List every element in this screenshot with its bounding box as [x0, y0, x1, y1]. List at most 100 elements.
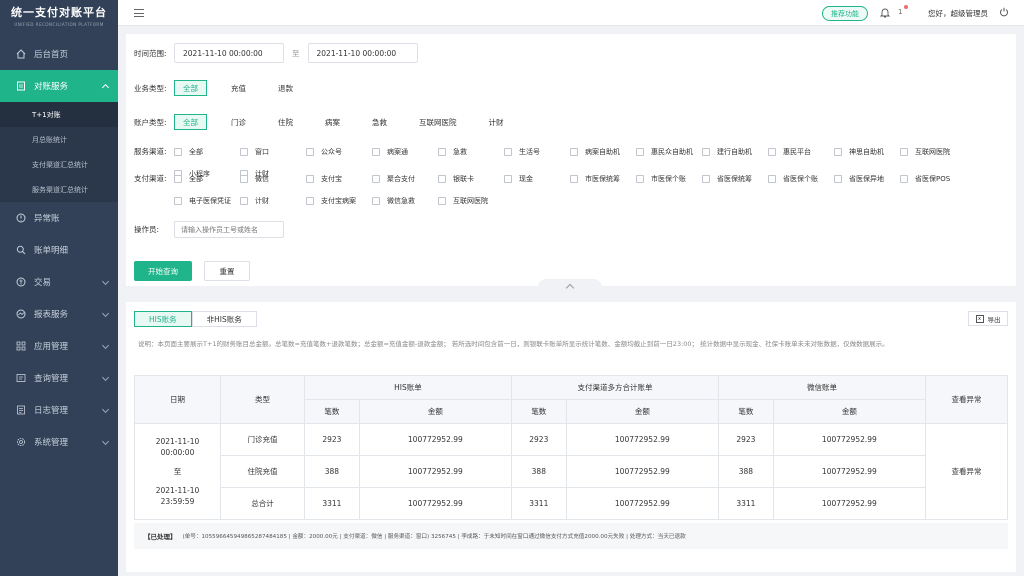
checkbox-icon[interactable] [702, 175, 710, 183]
pay-channel-checkbox[interactable]: 省医保个账 [768, 168, 834, 190]
pay-channel-checkbox[interactable]: 支付宝病案 [306, 190, 372, 212]
checkbox-icon[interactable] [174, 175, 182, 183]
checkbox-icon[interactable] [174, 148, 182, 156]
pay-channel-checkbox[interactable]: 支付宝 [306, 168, 372, 190]
pay-channel-checkbox[interactable]: 省医保统筹 [702, 168, 768, 190]
service-channel-checkbox[interactable]: 惠民平台 [768, 141, 834, 163]
business-type-refund[interactable]: 退款 [270, 80, 301, 96]
checkbox-icon[interactable] [240, 197, 248, 205]
checkbox-icon[interactable] [900, 175, 908, 183]
pay-channel-checkbox[interactable]: 互联网医院 [438, 190, 504, 212]
end-date-input[interactable]: 2021-11-10 00:00:00 [307, 43, 418, 63]
bell-icon[interactable] [880, 7, 890, 18]
service-channel-checkbox[interactable]: 急救 [438, 141, 504, 163]
pay-channel-checkbox[interactable]: 省医保异地 [834, 168, 900, 190]
pay-channel-checkbox[interactable]: 省医保POS [900, 168, 966, 190]
menu-toggle-icon[interactable] [134, 9, 144, 17]
account-type-emergency[interactable]: 急救 [364, 114, 395, 130]
view-exception-link[interactable]: 查看异常 [925, 423, 1008, 520]
account-type-records[interactable]: 病案 [317, 114, 348, 130]
service-channel-checkbox[interactable]: 互联网医院 [900, 141, 966, 163]
sidebar-item-reconcile[interactable]: 对账服务 [0, 70, 118, 102]
checkbox-icon[interactable] [306, 175, 314, 183]
checkbox-icon[interactable] [900, 148, 908, 156]
checkbox-icon[interactable] [306, 197, 314, 205]
pay-channel-checkbox[interactable]: 银联卡 [438, 168, 504, 190]
pay-channel-checkbox[interactable]: 聚合支付 [372, 168, 438, 190]
checkbox-icon[interactable] [636, 175, 644, 183]
sidebar-item-system[interactable]: 系统管理 [0, 426, 118, 458]
pay-channel-checkbox[interactable]: 计财 [240, 190, 306, 212]
service-channel-checkbox[interactable]: 病案自助机 [570, 141, 636, 163]
sidebar-item-exceptions[interactable]: 异常账 [0, 202, 118, 234]
pay-channel-checkbox[interactable]: 电子医保凭证 [174, 190, 240, 212]
group-his: HIS账单 [304, 375, 512, 400]
service-channel-checkbox[interactable]: 公众号 [306, 141, 372, 163]
sidebar-subitem-service-channel[interactable]: 服务渠道汇总统计 [0, 177, 118, 202]
checkbox-icon[interactable] [240, 175, 248, 183]
sidebar-subitem-pay-channel[interactable]: 支付渠道汇总统计 [0, 152, 118, 177]
business-type-recharge[interactable]: 充值 [223, 80, 254, 96]
pay-channel-checkbox[interactable]: 微信 [240, 168, 306, 190]
tab-his[interactable]: HIS账务 [134, 311, 192, 327]
pay-channel-checkbox[interactable]: 微信急救 [372, 190, 438, 212]
checkbox-label: 惠民众自助机 [651, 148, 693, 156]
search-button[interactable]: 开始查询 [134, 261, 192, 281]
export-button[interactable]: x 导出 [968, 311, 1008, 326]
checkbox-icon[interactable] [438, 197, 446, 205]
checkbox-icon[interactable] [834, 148, 842, 156]
start-date-input[interactable]: 2021-11-10 00:00:00 [174, 43, 284, 63]
checkbox-icon[interactable] [240, 148, 248, 156]
sidebar-item-reports[interactable]: 报表服务 [0, 298, 118, 330]
checkbox-icon[interactable] [438, 148, 446, 156]
sidebar-item-query[interactable]: 查询管理 [0, 362, 118, 394]
service-channel-checkbox[interactable]: 病案通 [372, 141, 438, 163]
sidebar-item-logs[interactable]: 日志管理 [0, 394, 118, 426]
pay-channel-checkbox[interactable]: 全部 [174, 168, 240, 190]
sidebar-subitem-t1[interactable]: T+1对账 [0, 102, 118, 127]
reset-button[interactable]: 重置 [204, 261, 250, 281]
account-type-finance[interactable]: 计财 [481, 114, 512, 130]
checkbox-icon[interactable] [768, 148, 776, 156]
power-icon[interactable] [999, 7, 1009, 17]
account-type-all[interactable]: 全部 [174, 114, 207, 130]
service-channel-checkbox[interactable]: 窗口 [240, 141, 306, 163]
checkbox-label: 窗口 [255, 148, 269, 156]
checkbox-icon[interactable] [504, 175, 512, 183]
checkbox-icon[interactable] [372, 197, 380, 205]
service-channel-checkbox[interactable]: 生活号 [504, 141, 570, 163]
account-type-internet[interactable]: 互联网医院 [411, 114, 465, 130]
pay-channel-checkbox[interactable]: 现金 [504, 168, 570, 190]
service-channel-checkbox[interactable]: 神思自助机 [834, 141, 900, 163]
collapse-filter-toggle[interactable] [538, 279, 602, 293]
pay-channel-checkbox[interactable]: 市医保个账 [636, 168, 702, 190]
sidebar-item-home[interactable]: 后台首页 [0, 38, 118, 70]
sidebar-item-trade[interactable]: 交易 [0, 266, 118, 298]
checkbox-icon[interactable] [174, 197, 182, 205]
account-type-inpatient[interactable]: 住院 [270, 114, 301, 130]
recommend-button[interactable]: 推荐功能 [822, 6, 868, 21]
pay-channel-checkbox[interactable]: 市医保统筹 [570, 168, 636, 190]
checkbox-icon[interactable] [372, 175, 380, 183]
account-type-outpatient[interactable]: 门诊 [223, 114, 254, 130]
user-greeting[interactable]: 您好，超级管理员 [928, 8, 988, 19]
sidebar-item-bills[interactable]: 账单明细 [0, 234, 118, 266]
service-channel-checkbox[interactable]: 惠民众自助机 [636, 141, 702, 163]
checkbox-icon[interactable] [504, 148, 512, 156]
tab-non-his[interactable]: 非HIS账务 [191, 311, 257, 327]
checkbox-icon[interactable] [702, 148, 710, 156]
checkbox-icon[interactable] [768, 175, 776, 183]
checkbox-icon[interactable] [834, 175, 842, 183]
checkbox-icon[interactable] [636, 148, 644, 156]
checkbox-icon[interactable] [372, 148, 380, 156]
sidebar-subitem-monthly[interactable]: 月总账统计 [0, 127, 118, 152]
sidebar-item-apps[interactable]: 应用管理 [0, 330, 118, 362]
service-channel-checkbox[interactable]: 建行自助机 [702, 141, 768, 163]
checkbox-icon[interactable] [570, 148, 578, 156]
checkbox-icon[interactable] [306, 148, 314, 156]
service-channel-checkbox[interactable]: 全部 [174, 141, 240, 163]
operator-input[interactable] [174, 221, 284, 238]
business-type-all[interactable]: 全部 [174, 80, 207, 96]
checkbox-icon[interactable] [570, 175, 578, 183]
checkbox-icon[interactable] [438, 175, 446, 183]
